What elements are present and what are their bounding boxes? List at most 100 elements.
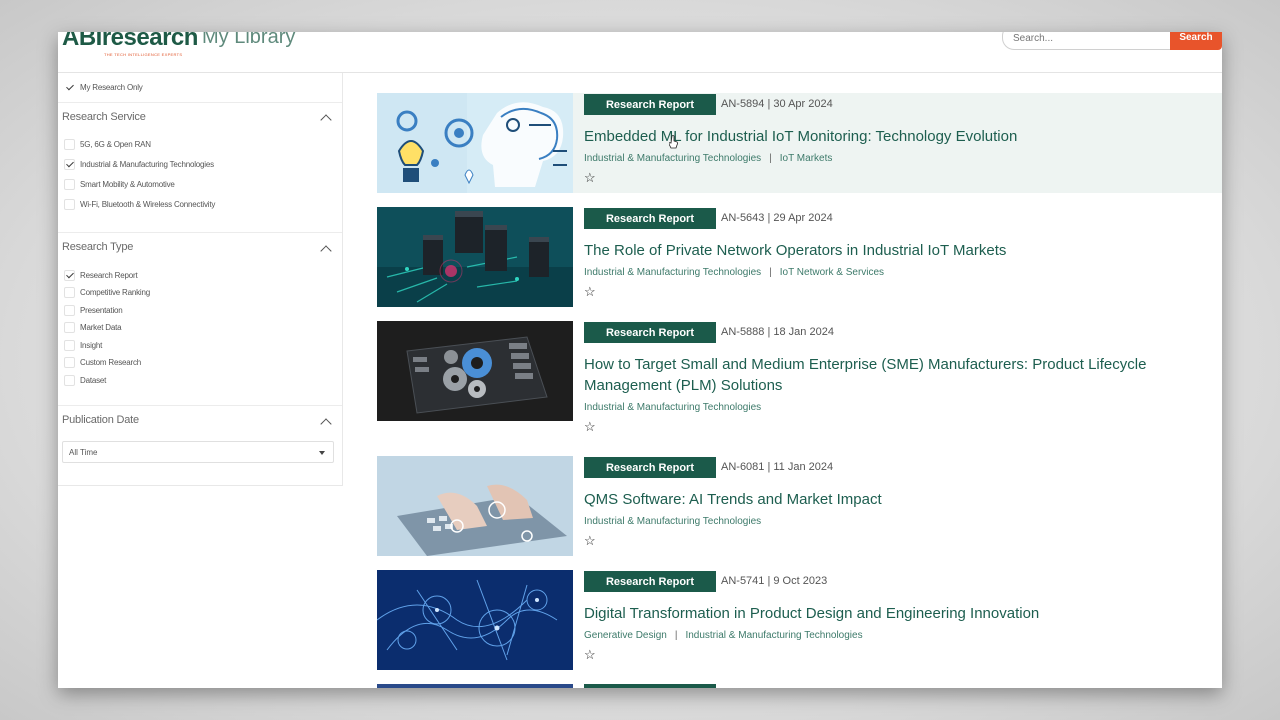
tag-link[interactable]: Industrial & Manufacturing Technologies <box>584 402 761 413</box>
star-icon[interactable]: ☆ <box>584 285 596 298</box>
chevron-up-icon[interactable] <box>320 245 332 257</box>
checkbox[interactable] <box>64 375 75 386</box>
filter-item-competitive-ranking[interactable]: Competitive Ranking <box>64 287 150 298</box>
checkbox[interactable] <box>64 357 75 368</box>
result-thumbnail[interactable] <box>377 207 573 307</box>
report-meta: AN-5888 | 18 Jan 2024 <box>721 326 834 338</box>
report-title-link[interactable]: How to Target Small and Medium Enterpris… <box>584 354 1204 396</box>
report-tags: Industrial & Manufacturing Technologies |… <box>584 267 884 278</box>
result-item[interactable]: Research Report AN-5888 | 18 Jan 2024 Ho… <box>377 321 1222 433</box>
mouse-cursor-icon <box>669 135 678 149</box>
filter-label: Market Data <box>80 323 122 332</box>
abi-research-logo[interactable]: ABIresearch <box>62 32 198 54</box>
divider <box>58 232 342 233</box>
divider <box>58 102 342 103</box>
filter-item-market-data[interactable]: Market Data <box>64 322 122 333</box>
research-type-title: Research Type <box>62 241 134 253</box>
report-type-badge: Research Report <box>584 457 716 478</box>
result-item[interactable]: Research Report AN-5643 | 29 Apr 2024 Th… <box>377 207 1222 307</box>
caret-down-icon <box>319 451 325 455</box>
filter-label: 5G, 6G & Open RAN <box>80 140 151 149</box>
filter-label: My Research Only <box>80 83 143 92</box>
filter-item-presentation[interactable]: Presentation <box>64 305 123 316</box>
checkbox[interactable] <box>64 305 75 316</box>
star-icon[interactable]: ☆ <box>584 648 596 661</box>
tag-link[interactable]: IoT Network & Services <box>780 267 884 278</box>
report-title-link[interactable]: Digital Transformation in Product Design… <box>584 603 1204 624</box>
checkbox[interactable] <box>64 270 75 281</box>
logo-text: ABIresearch <box>62 32 198 51</box>
filter-item-5g[interactable]: 5G, 6G & Open RAN <box>64 139 151 150</box>
tag-separator: | <box>674 630 678 641</box>
report-title-link[interactable]: QMS Software: AI Trends and Market Impac… <box>584 489 1204 510</box>
filter-sidebar: My Research Only Research Service 5G, 6G… <box>58 73 343 486</box>
tag-link[interactable]: Industrial & Manufacturing Technologies <box>584 516 761 527</box>
chevron-up-icon[interactable] <box>320 418 332 430</box>
report-type-badge: Research Report <box>584 322 716 343</box>
result-item[interactable]: Research Report AN-5894 | 30 Apr 2024 Em… <box>377 93 1222 193</box>
publication-date-select[interactable]: All Time <box>62 441 334 463</box>
checkbox[interactable] <box>64 159 75 170</box>
report-tags: Industrial & Manufacturing Technologies |… <box>584 153 832 164</box>
checkbox[interactable] <box>64 199 75 210</box>
report-type-badge: Research Report <box>584 94 716 115</box>
research-service-title: Research Service <box>62 111 146 123</box>
tag-link[interactable]: Industrial & Manufacturing Technologies <box>584 153 761 164</box>
result-thumbnail[interactable] <box>377 456 573 556</box>
checkbox[interactable] <box>64 322 75 333</box>
result-thumbnail-partial <box>377 684 573 688</box>
result-item[interactable]: Research Report AN-6081 | 11 Jan 2024 QM… <box>377 456 1222 556</box>
divider <box>58 405 342 406</box>
report-meta: AN-5643 | 29 Apr 2024 <box>721 212 833 224</box>
star-icon[interactable]: ☆ <box>584 534 596 547</box>
filter-label: Wi-Fi, Bluetooth & Wireless Connectivity <box>80 200 216 209</box>
filter-label: Dataset <box>80 376 107 385</box>
report-meta: AN-5894 | 30 Apr 2024 <box>721 98 833 110</box>
star-icon[interactable]: ☆ <box>584 420 596 433</box>
filter-item-dataset[interactable]: Dataset <box>64 375 106 386</box>
report-title-link[interactable]: The Role of Private Network Operators in… <box>584 240 1204 261</box>
report-meta: AN-5741 | 9 Oct 2023 <box>721 575 828 587</box>
filter-label: Competitive Ranking <box>80 288 151 297</box>
checkbox[interactable] <box>64 82 75 93</box>
tag-link[interactable]: Generative Design <box>584 630 667 641</box>
result-item[interactable]: Research Report AN-5741 | 9 Oct 2023 Dig… <box>377 570 1222 670</box>
filter-label: Presentation <box>80 306 123 315</box>
tag-separator: | <box>769 267 772 278</box>
chevron-up-icon[interactable] <box>320 114 332 126</box>
filter-item-mobility[interactable]: Smart Mobility & Automotive <box>64 179 175 190</box>
checkbox[interactable] <box>64 340 75 351</box>
report-type-badge-partial <box>584 684 716 688</box>
report-meta: AN-6081 | 11 Jan 2024 <box>721 461 834 473</box>
checkbox[interactable] <box>64 179 75 190</box>
report-tags: Industrial & Manufacturing Technologies <box>584 516 761 527</box>
logo-tagline: THE TECH INTELLIGENCE EXPERTS <box>104 52 183 57</box>
publication-date-title: Publication Date <box>62 414 139 426</box>
search-button[interactable]: Search <box>1170 32 1222 50</box>
tag-link[interactable]: Industrial & Manufacturing Technologies <box>584 267 761 278</box>
result-thumbnail[interactable] <box>377 321 573 421</box>
filter-item-research-report[interactable]: Research Report <box>64 270 138 281</box>
filter-label: Insight <box>80 341 103 350</box>
filter-item-insight[interactable]: Insight <box>64 340 102 351</box>
filter-item-industrial[interactable]: Industrial & Manufacturing Technologies <box>64 159 214 170</box>
filter-item-custom-research[interactable]: Custom Research <box>64 357 141 368</box>
report-type-badge: Research Report <box>584 208 716 229</box>
filter-label: Research Report <box>80 271 138 280</box>
library-window: ABIresearch THE TECH INTELLIGENCE EXPERT… <box>58 32 1222 688</box>
search-box[interactable] <box>1002 32 1172 50</box>
tag-link[interactable]: Industrial & Manufacturing Technologies <box>685 630 862 641</box>
search-input[interactable] <box>1013 33 1163 44</box>
checkbox[interactable] <box>64 139 75 150</box>
select-value: All Time <box>69 448 98 457</box>
filter-label: Smart Mobility & Automotive <box>80 180 175 189</box>
checkbox[interactable] <box>64 287 75 298</box>
header: ABIresearch THE TECH INTELLIGENCE EXPERT… <box>58 32 1222 73</box>
tag-link[interactable]: IoT Markets <box>780 153 833 164</box>
star-icon[interactable]: ☆ <box>584 171 596 184</box>
filter-label: Custom Research <box>80 358 142 367</box>
result-thumbnail[interactable] <box>377 93 573 193</box>
result-thumbnail[interactable] <box>377 570 573 670</box>
filter-item-wifi[interactable]: Wi-Fi, Bluetooth & Wireless Connectivity <box>64 199 215 210</box>
my-research-only-filter[interactable]: My Research Only <box>64 82 143 93</box>
